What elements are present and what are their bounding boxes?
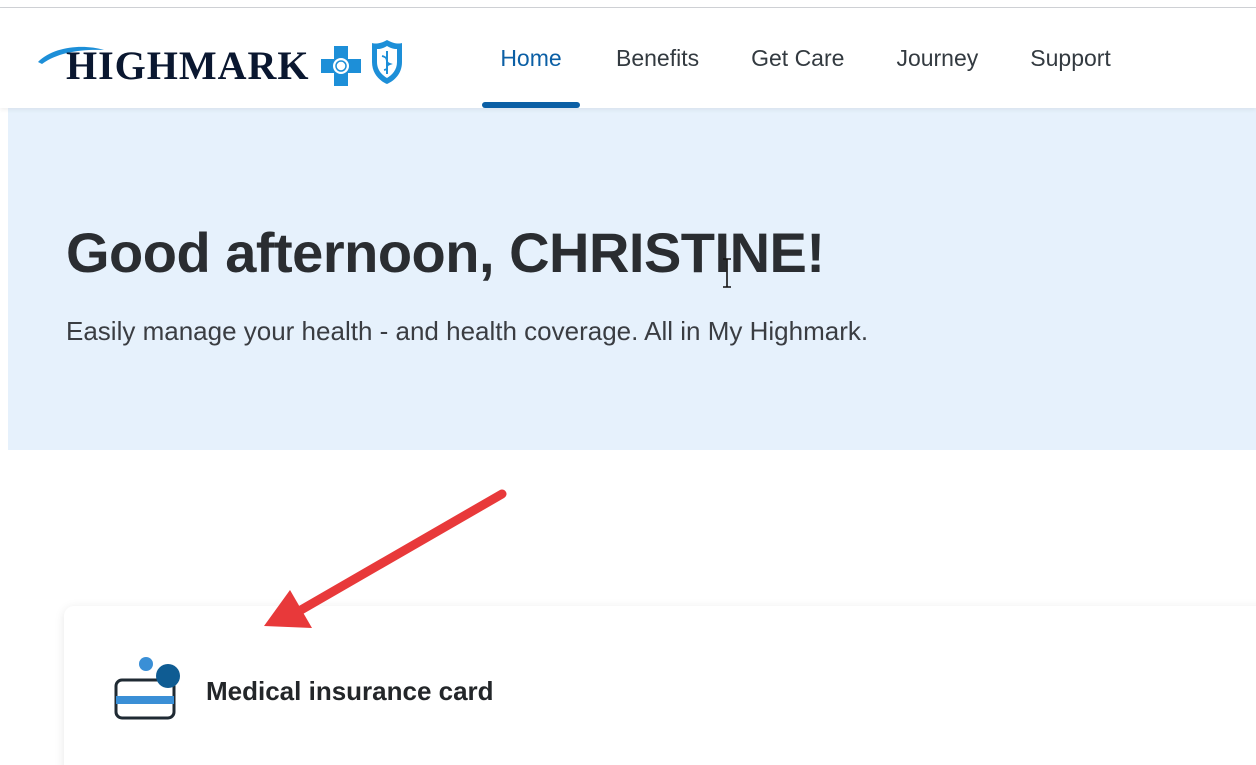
highmark-logo[interactable]: HIGHMARK bbox=[36, 34, 406, 90]
nav-get-care[interactable]: Get Care bbox=[751, 8, 844, 108]
hero-subtitle: Easily manage your health - and health c… bbox=[66, 316, 869, 346]
logo-wordmark: HIGHMARK bbox=[66, 43, 310, 88]
site-header: HIGHMARK Home Benefits Get Care Journey … bbox=[0, 8, 1256, 108]
card-label: Medical insurance card bbox=[206, 676, 494, 706]
nav-journey-label: Journey bbox=[896, 44, 979, 71]
insurance-card-icon bbox=[114, 657, 180, 720]
nav-home[interactable]: Home bbox=[482, 8, 580, 108]
nav-support-label: Support bbox=[1030, 44, 1111, 71]
red-arrow-annotation bbox=[264, 489, 507, 628]
nav-benefits[interactable]: Benefits bbox=[616, 8, 699, 108]
nav-journey[interactable]: Journey bbox=[896, 8, 978, 108]
text-cursor-icon bbox=[723, 258, 731, 288]
nav-benefits-label: Benefits bbox=[616, 44, 700, 71]
nav-support[interactable]: Support bbox=[1030, 8, 1111, 108]
page: HIGHMARK Home Benefits Get Care Journey … bbox=[0, 0, 1256, 765]
nav-get-care-label: Get Care bbox=[751, 44, 845, 71]
blue-shield-icon bbox=[372, 40, 402, 84]
nav-home-label: Home bbox=[500, 44, 562, 71]
welcome-hero: Good afternoon, CHRISTINE! Easily manage… bbox=[8, 108, 1256, 450]
main-nav: Home Benefits Get Care Journey Support bbox=[482, 8, 1111, 108]
greeting-heading: Good afternoon, CHRISTINE! bbox=[66, 221, 825, 284]
blue-cross-icon bbox=[321, 46, 361, 86]
medical-insurance-card-tile[interactable]: Medical insurance card bbox=[64, 606, 1256, 765]
